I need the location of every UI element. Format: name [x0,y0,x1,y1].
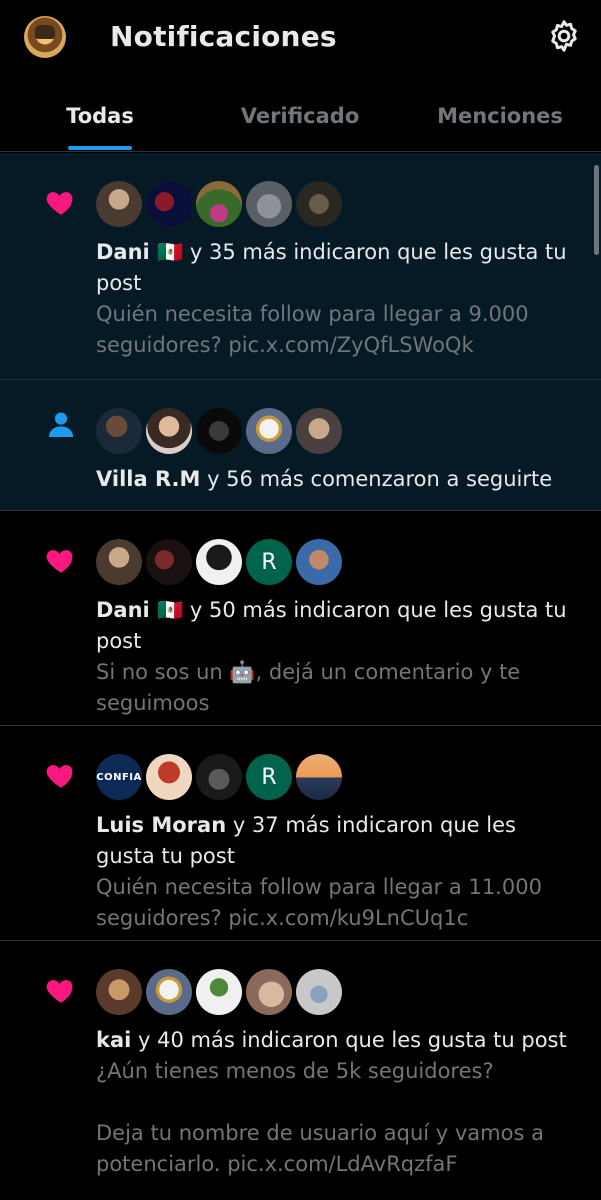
avatar[interactable] [196,969,242,1015]
notification-text: Luis Moran y 37 más indicaron que les gu… [96,810,571,872]
avatar[interactable] [146,539,192,585]
active-tab-indicator [68,146,132,150]
avatar[interactable] [296,969,342,1015]
tab-menciones[interactable]: Menciones [425,88,575,152]
preview-text: ¿Aún tienes menos de 5k seguidores? [96,1059,494,1083]
actor-name[interactable]: Villa R.M [96,467,200,491]
notification-text: Dani 🇲🇽 y 50 más indicaron que les gusta… [96,595,571,657]
avatar[interactable] [196,408,242,454]
actor-avatars: CONFIA R [96,754,571,804]
actor-name[interactable]: Dani 🇲🇽 [96,598,183,622]
avatar[interactable] [196,181,242,227]
avatar-letter[interactable]: R [246,754,292,800]
notification-item[interactable]: Dani 🇲🇽 y 35 más indicaron que les gusta… [0,153,601,380]
actor-avatars [96,969,571,1019]
avatar[interactable] [296,539,342,585]
avatar[interactable] [96,181,142,227]
notification-text: kai y 40 más indicaron que les gusta tu … [96,1025,571,1056]
avatar[interactable] [146,181,192,227]
actor-name[interactable]: kai [96,1028,131,1052]
tab-verificado[interactable]: Verificado [225,88,375,152]
notification-item[interactable]: R Dani 🇲🇽 y 50 más indicaron que les gus… [0,511,601,726]
preview-text: Si no sos un 🤖, dejá un comentario y te … [96,660,521,715]
notification-item[interactable]: kai y 40 más indicaron que les gusta tu … [0,941,601,1200]
post-preview[interactable]: Si no sos un 🤖, dejá un comentario y te … [96,657,571,719]
avatar[interactable] [146,754,192,800]
actor-avatars [96,408,571,458]
avatar[interactable] [146,969,192,1015]
gear-icon[interactable] [546,18,582,54]
avatar[interactable] [246,408,292,454]
heart-icon [46,980,73,1003]
preview-text: Deja tu nombre de usuario aquí y vamos a… [96,1121,544,1176]
post-preview[interactable]: ¿Aún tienes menos de 5k seguidores? Deja… [96,1056,571,1180]
tab-todas[interactable]: Todas [40,88,160,152]
avatar-letter[interactable]: R [246,539,292,585]
actor-name[interactable]: Dani 🇲🇽 [96,240,183,264]
top-bar: Notificaciones [0,0,601,78]
notification-item[interactable]: CONFIA R Luis Moran y 37 más indicaron q… [0,726,601,941]
avatar-badge-text: CONFIA [96,771,142,783]
avatar[interactable] [246,969,292,1015]
avatar[interactable] [146,408,192,454]
page-title: Notificaciones [110,20,337,53]
heart-icon [46,550,73,573]
action-text: y 56 más comenzaron a seguirte [200,467,553,491]
actor-avatars [96,181,571,231]
preview-text: Quién necesita follow para llegar a 9.00… [96,302,529,357]
post-preview[interactable]: Quién necesita follow para llegar a 11.0… [96,872,571,934]
avatar[interactable] [96,969,142,1015]
profile-avatar[interactable] [24,16,66,58]
actor-name[interactable]: Luis Moran [96,813,226,837]
avatar[interactable] [296,408,342,454]
avatar-initial: R [261,549,277,575]
tab-bar: Todas Verificado Menciones [0,88,601,152]
avatar-initial: R [261,764,277,790]
avatar[interactable] [196,539,242,585]
avatar[interactable] [196,754,242,800]
notifications-list: Dani 🇲🇽 y 35 más indicaron que les gusta… [0,153,601,1200]
action-text: y 40 más indicaron que les gusta tu post [131,1028,567,1052]
notification-item[interactable]: Villa R.M y 56 más comenzaron a seguirte [0,380,601,511]
tab-label: Menciones [437,104,563,128]
avatar[interactable] [296,754,342,800]
post-preview[interactable]: Quién necesita follow para llegar a 9.00… [96,299,571,361]
notification-text: Dani 🇲🇽 y 35 más indicaron que les gusta… [96,237,571,299]
avatar[interactable] [246,181,292,227]
person-icon [48,412,74,438]
avatar[interactable] [296,181,342,227]
heart-icon [46,192,73,215]
tab-label: Todas [66,104,134,128]
actor-avatars: R [96,539,571,589]
preview-text: Quién necesita follow para llegar a 11.0… [96,875,542,930]
scrollbar[interactable] [594,165,599,255]
avatar[interactable] [96,539,142,585]
heart-icon [46,765,73,788]
notification-text: Villa R.M y 56 más comenzaron a seguirte [96,464,571,495]
avatar[interactable] [96,408,142,454]
avatar-confia[interactable]: CONFIA [96,754,142,800]
tab-label: Verificado [240,104,360,128]
